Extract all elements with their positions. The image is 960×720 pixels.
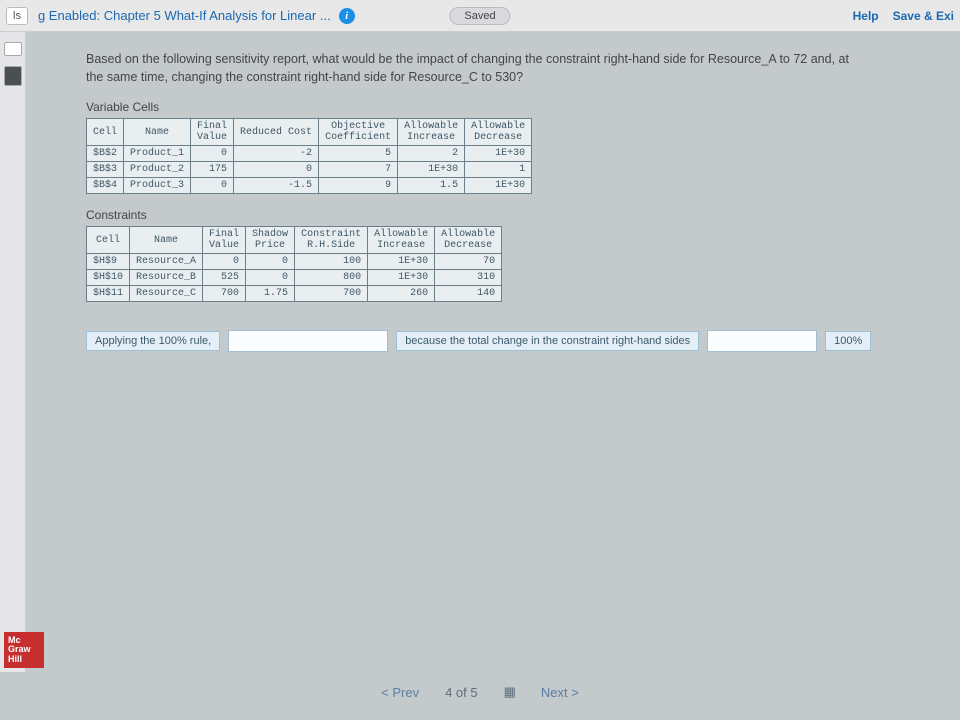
constraints-label: Constraints bbox=[86, 208, 924, 222]
cell: Product_1 bbox=[124, 146, 191, 162]
help-link[interactable]: Help bbox=[853, 9, 879, 23]
answer-middle: because the total change in the constrai… bbox=[396, 331, 699, 351]
cell: 0 bbox=[246, 270, 295, 286]
col-inc: Allowable Increase bbox=[398, 119, 465, 146]
top-bar: ls g Enabled: Chapter 5 What-If Analysis… bbox=[0, 0, 960, 32]
cell: 0 bbox=[203, 254, 246, 270]
answer-row: Applying the 100% rule, because the tota… bbox=[86, 330, 924, 352]
grid-icon[interactable]: ▦ bbox=[504, 684, 515, 700]
pager: < Prev 4 of 5 ▦ Next > bbox=[0, 672, 960, 712]
cell: 310 bbox=[435, 270, 502, 286]
cell: 0 bbox=[191, 146, 234, 162]
cell: Resource_A bbox=[130, 254, 203, 270]
cell: 0 bbox=[234, 162, 319, 178]
table-header-row: Cell Name Final Value Shadow Price Const… bbox=[87, 227, 502, 254]
rail-item-2[interactable] bbox=[4, 66, 22, 86]
cell: 1E+30 bbox=[398, 162, 465, 178]
col-final: Final Value bbox=[203, 227, 246, 254]
cell: $H$10 bbox=[87, 270, 130, 286]
col-cell: Cell bbox=[87, 119, 124, 146]
variable-cells-table: Cell Name Final Value Reduced Cost Objec… bbox=[86, 118, 532, 194]
col-rhs: Constraint R.H.Side bbox=[295, 227, 368, 254]
col-name: Name bbox=[124, 119, 191, 146]
table-row: $H$11 Resource_C 700 1.75 700 260 140 bbox=[87, 286, 502, 302]
col-inc: Allowable Increase bbox=[368, 227, 435, 254]
cell: $H$11 bbox=[87, 286, 130, 302]
cell: 1E+30 bbox=[368, 270, 435, 286]
col-obj: Objective Coefficient bbox=[319, 119, 398, 146]
cell: 1E+30 bbox=[465, 146, 532, 162]
cell: Resource_B bbox=[130, 270, 203, 286]
cell: 1E+30 bbox=[465, 178, 532, 194]
mcgraw-hill-logo: Mc Graw Hill bbox=[4, 632, 44, 668]
cell: 1 bbox=[465, 162, 532, 178]
table-row: $B$4 Product_3 0 -1.5 9 1.5 1E+30 bbox=[87, 178, 532, 194]
cell: 7 bbox=[319, 162, 398, 178]
table-row: $H$9 Resource_A 0 0 100 1E+30 70 bbox=[87, 254, 502, 270]
cell: 2 bbox=[398, 146, 465, 162]
table-row: $B$2 Product_1 0 -2 5 2 1E+30 bbox=[87, 146, 532, 162]
save-exit-link[interactable]: Save & Exi bbox=[893, 9, 954, 23]
right-actions: Help Save & Exi bbox=[853, 9, 954, 23]
cell: $B$3 bbox=[87, 162, 124, 178]
cell: 100 bbox=[295, 254, 368, 270]
table-row: $H$10 Resource_B 525 0 800 1E+30 310 bbox=[87, 270, 502, 286]
cell: $B$2 bbox=[87, 146, 124, 162]
cell: 1.5 bbox=[398, 178, 465, 194]
col-final: Final Value bbox=[191, 119, 234, 146]
cell: -2 bbox=[234, 146, 319, 162]
answer-blank-1[interactable] bbox=[228, 330, 388, 352]
next-button[interactable]: Next > bbox=[541, 685, 579, 700]
col-cell: Cell bbox=[87, 227, 130, 254]
answer-end: 100% bbox=[825, 331, 871, 351]
page-body: Based on the following sensitivity repor… bbox=[26, 32, 960, 672]
table-row: $B$3 Product_2 175 0 7 1E+30 1 bbox=[87, 162, 532, 178]
constraints-table: Cell Name Final Value Shadow Price Const… bbox=[86, 226, 502, 302]
cell: 5 bbox=[319, 146, 398, 162]
question-text: Based on the following sensitivity repor… bbox=[86, 50, 866, 86]
cell: 1.75 bbox=[246, 286, 295, 302]
assignment-title[interactable]: g Enabled: Chapter 5 What-If Analysis fo… bbox=[38, 8, 331, 23]
cell: 175 bbox=[191, 162, 234, 178]
answer-prefix: Applying the 100% rule, bbox=[86, 331, 220, 351]
cell: 9 bbox=[319, 178, 398, 194]
rail-item-1[interactable] bbox=[4, 42, 22, 56]
cell: 0 bbox=[246, 254, 295, 270]
saved-pill: Saved bbox=[449, 7, 510, 25]
cell: Resource_C bbox=[130, 286, 203, 302]
cell: 140 bbox=[435, 286, 502, 302]
col-name: Name bbox=[130, 227, 203, 254]
info-icon[interactable]: i bbox=[339, 8, 355, 24]
cell: Product_3 bbox=[124, 178, 191, 194]
cell: 70 bbox=[435, 254, 502, 270]
cell: $B$4 bbox=[87, 178, 124, 194]
page-position: 4 of 5 bbox=[445, 685, 478, 700]
cell: $H$9 bbox=[87, 254, 130, 270]
cell: 700 bbox=[203, 286, 246, 302]
col-dec: Allowable Decrease bbox=[435, 227, 502, 254]
cell: 800 bbox=[295, 270, 368, 286]
cell: 1E+30 bbox=[368, 254, 435, 270]
prev-button[interactable]: < Prev bbox=[381, 685, 419, 700]
answer-blank-2[interactable] bbox=[707, 330, 817, 352]
table-header-row: Cell Name Final Value Reduced Cost Objec… bbox=[87, 119, 532, 146]
cell: 525 bbox=[203, 270, 246, 286]
cell: 700 bbox=[295, 286, 368, 302]
ls-chip: ls bbox=[6, 7, 28, 25]
cell: Product_2 bbox=[124, 162, 191, 178]
col-dec: Allowable Decrease bbox=[465, 119, 532, 146]
left-rail bbox=[0, 32, 26, 672]
cell: 260 bbox=[368, 286, 435, 302]
cell: -1.5 bbox=[234, 178, 319, 194]
variable-cells-label: Variable Cells bbox=[86, 100, 924, 114]
col-shadow: Shadow Price bbox=[246, 227, 295, 254]
col-reduced: Reduced Cost bbox=[234, 119, 319, 146]
cell: 0 bbox=[191, 178, 234, 194]
